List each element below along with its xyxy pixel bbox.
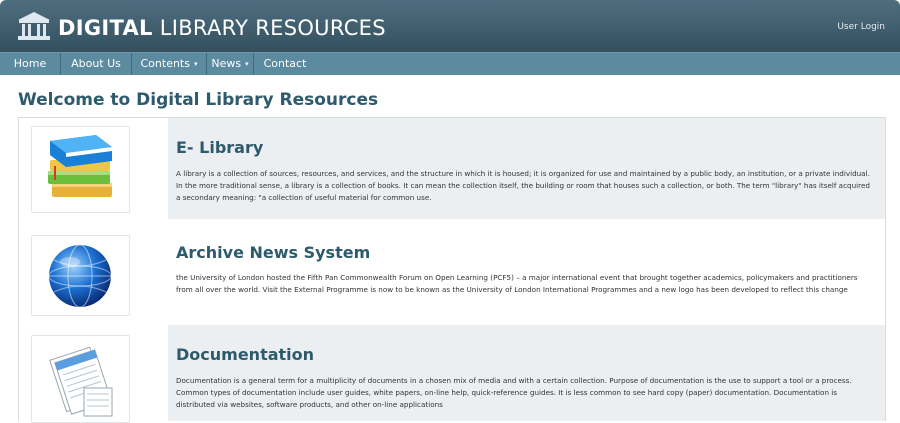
section-thumbnail[interactable] [31,235,130,316]
nav-contact[interactable]: Contact [254,53,316,75]
page-title: Welcome to Digital Library Resources [18,90,379,110]
section-title[interactable]: Documentation [176,345,314,364]
documents-icon [49,346,113,417]
nav-news[interactable]: News ▾ [207,53,253,75]
chevron-down-icon: ▾ [245,60,249,68]
section-title[interactable]: E- Library [176,138,263,157]
section-text: A library is a collection of sources, re… [176,169,870,202]
nav-news-label: News [211,57,242,70]
main-nav: Home About Us Contents ▾ News ▾ Contact [0,52,900,75]
section-thumbnail[interactable] [31,126,130,213]
nav-home-label: Home [13,57,47,70]
brand-bold: DIGITAL [58,16,153,40]
section-row: Documentation Documentation is a general… [19,325,885,423]
globe-icon [48,244,112,308]
library-building-icon [18,12,50,40]
site-brand[interactable]: DIGITAL LIBRARY RESOURCES [58,16,386,40]
nav-about-label: About Us [71,57,121,70]
nav-contents[interactable]: Contents ▾ [132,53,206,75]
section-title[interactable]: Archive News System [176,243,370,262]
section-row: E- Library A library is a collection of … [19,118,885,219]
user-login-link[interactable]: User Login [837,22,885,32]
nav-contents-label: Contents [140,57,190,70]
books-icon [48,135,112,197]
section-text: the University of London hosted the Fift… [176,273,858,294]
nav-contact-label: Contact [263,57,307,70]
section-thumbnail[interactable] [31,335,130,423]
section-row: Archive News System the University of Lo… [19,219,885,325]
sections-panel: E- Library A library is a collection of … [18,117,886,423]
brand-light: LIBRARY RESOURCES [152,16,386,40]
nav-home[interactable]: Home [0,53,60,75]
section-text: Documentation is a general term for a mu… [176,376,852,409]
chevron-down-icon: ▾ [193,60,198,68]
nav-about-us[interactable]: About Us [61,53,131,75]
site-header: DIGITAL LIBRARY RESOURCES User Login [0,0,900,52]
